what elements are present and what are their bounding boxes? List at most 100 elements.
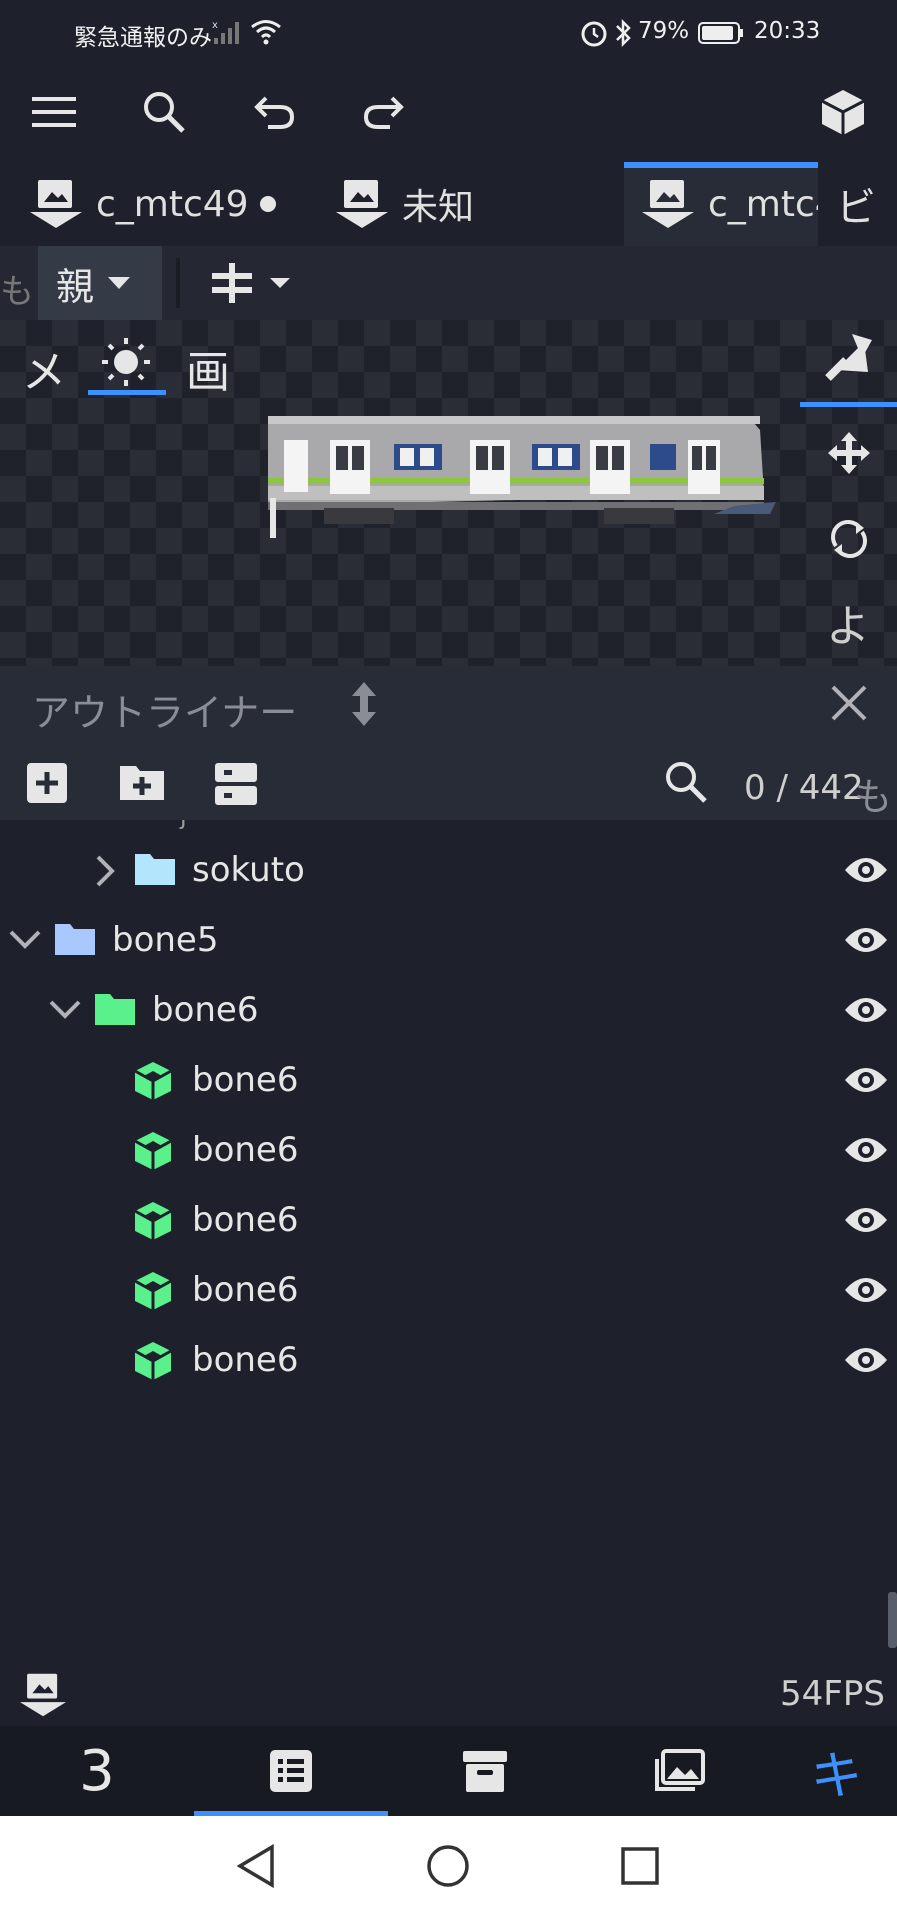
battery-percent: 79% <box>638 18 690 44</box>
battery-icon <box>698 22 744 44</box>
translate-icon[interactable] <box>826 430 872 476</box>
mode-tab-display[interactable]: 画 <box>186 336 230 400</box>
tree-row-group[interactable]: bone5 <box>0 906 897 976</box>
model-file-icon <box>30 178 82 230</box>
nav-keyframe[interactable]: キ <box>776 1726 897 1816</box>
tab-project-3[interactable]: c_mtc4 <box>624 162 818 246</box>
nav-3d[interactable]: 3 <box>0 1726 194 1816</box>
tree-row-cube[interactable]: bone6 <box>0 1256 897 1326</box>
tree-row-cube[interactable]: bone6 <box>0 1186 897 1256</box>
tree-row-cube[interactable]: bone6 <box>0 1116 897 1186</box>
active-mode-indicator <box>88 390 166 395</box>
add-cube-icon[interactable] <box>26 762 68 804</box>
cut-off-row: j <box>180 820 200 830</box>
redo-icon[interactable] <box>362 92 404 132</box>
bluetooth-icon <box>614 18 632 48</box>
add-folder-icon[interactable] <box>118 762 166 802</box>
cube-icon <box>132 1200 174 1242</box>
outliner-title: アウトライナー <box>32 691 298 735</box>
eye-icon[interactable] <box>843 1132 889 1168</box>
tree-row-cube[interactable]: bone6 <box>0 1326 897 1396</box>
folder-icon <box>54 922 96 956</box>
tab-label: ビ <box>836 185 876 231</box>
model-file-icon[interactable] <box>20 1672 66 1718</box>
parent-dropdown[interactable]: 親 <box>38 246 162 320</box>
tree-label: sokuto <box>192 850 305 890</box>
eye-icon[interactable] <box>843 1062 889 1098</box>
eye-icon[interactable] <box>843 1202 889 1238</box>
move-tool-icon[interactable] <box>822 332 874 384</box>
search-icon[interactable] <box>664 760 708 804</box>
undo-icon[interactable] <box>254 92 296 132</box>
folder-icon <box>94 992 136 1026</box>
tree-label: bone6 <box>192 1200 299 1240</box>
cube-icon <box>132 1130 174 1172</box>
tab-project-2[interactable]: 未知 <box>336 162 516 246</box>
chevron-down-icon[interactable] <box>8 928 42 950</box>
tree-label: bone6 <box>192 1340 299 1380</box>
menu-icon[interactable] <box>32 94 76 130</box>
cube-icon <box>132 1340 174 1382</box>
outliner-toolbar: 0 / 442 も <box>0 740 897 820</box>
eye-icon[interactable] <box>843 992 889 1028</box>
light-icon[interactable] <box>100 336 152 388</box>
tab-label: c_mtc498 <box>96 183 246 225</box>
side-tool-cut[interactable]: よ <box>826 590 870 654</box>
element-count: 0 / 442 <box>744 768 864 808</box>
nav-keyframe-label: キ <box>810 1746 863 1807</box>
outliner-header: アウトライナー <box>0 666 897 740</box>
eye-icon[interactable] <box>843 922 889 958</box>
recents-icon[interactable] <box>620 1846 660 1886</box>
train-model[interactable] <box>264 414 780 568</box>
signal-icon: x <box>212 18 242 46</box>
scrollbar-thumb[interactable] <box>888 1592 897 1648</box>
add-icon <box>210 261 254 305</box>
tab-project-4[interactable]: ビ <box>836 162 897 246</box>
resize-icon[interactable] <box>350 680 378 728</box>
collapse-all-icon[interactable] <box>214 762 258 806</box>
svg-text:x: x <box>212 20 218 31</box>
eye-icon[interactable] <box>843 1342 889 1378</box>
tree-row-group[interactable]: sokuto <box>0 836 897 906</box>
eye-icon[interactable] <box>843 852 889 888</box>
chevron-right-icon[interactable] <box>94 854 116 888</box>
bottom-nav: 3 キ <box>0 1726 897 1816</box>
eye-icon[interactable] <box>843 1272 889 1308</box>
status-time: 20:33 <box>754 18 821 44</box>
status-bar: 緊急通報のみ x 79% 20:33 <box>0 0 897 64</box>
images-icon <box>653 1749 705 1793</box>
tree-label: bone6 <box>192 1270 299 1310</box>
nav-outliner[interactable] <box>194 1726 388 1816</box>
rotate-icon[interactable] <box>828 518 870 560</box>
list-icon <box>269 1749 313 1793</box>
home-icon[interactable] <box>426 1844 470 1888</box>
cut-off-text: も <box>0 272 34 312</box>
search-icon[interactable] <box>142 90 186 134</box>
tree-row-cube[interactable]: bone6 <box>0 1046 897 1116</box>
chevron-down-icon[interactable] <box>48 998 82 1020</box>
fps-counter: 54FPS <box>780 1674 885 1714</box>
back-icon[interactable] <box>236 1844 276 1888</box>
tab-label: c_mtc4 <box>708 183 818 225</box>
wifi-icon <box>250 18 282 46</box>
outliner-tree: j sokuto bone5 bone6 bone6 bone6 bone6 b… <box>0 820 897 1720</box>
mode-tab-mesh[interactable]: メ <box>22 336 66 400</box>
system-nav-bar <box>0 1816 897 1920</box>
add-dropdown[interactable] <box>210 254 310 312</box>
tree-row-group[interactable]: bone6 <box>0 976 897 1046</box>
tab-project-1[interactable]: c_mtc498 <box>30 162 290 246</box>
divider <box>176 258 180 308</box>
folder-icon <box>134 852 176 886</box>
nav-archive[interactable] <box>388 1726 582 1816</box>
close-icon[interactable] <box>830 684 868 722</box>
active-tab-indicator <box>624 162 818 168</box>
cube-icon <box>132 1270 174 1312</box>
cube-icon <box>132 1060 174 1102</box>
mode-bar: も 親 <box>0 246 897 320</box>
3d-viewport[interactable]: メ 画 よ <box>0 320 897 666</box>
tree-label: bone6 <box>192 1060 299 1100</box>
tree-label: bone6 <box>192 1130 299 1170</box>
nav-textures[interactable] <box>582 1726 776 1816</box>
dropdown-arrow-icon <box>106 275 132 291</box>
cube-icon[interactable] <box>820 88 866 136</box>
